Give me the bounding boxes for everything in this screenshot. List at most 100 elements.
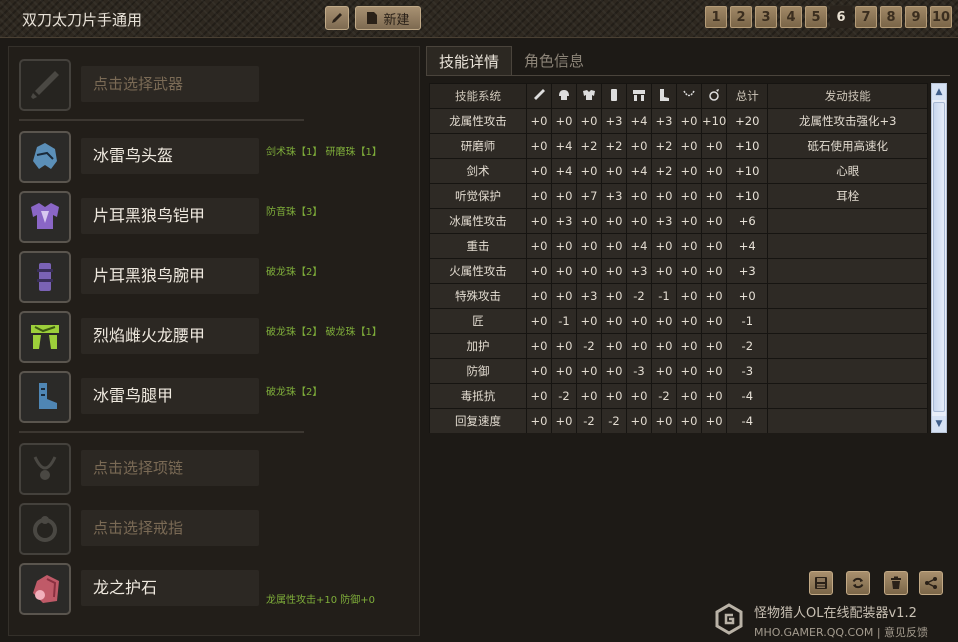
skill-total: +6 — [726, 208, 769, 234]
scroll-down-button[interactable]: ▼ — [932, 416, 946, 432]
skill-value: +0 — [676, 208, 702, 234]
skill-total: -2 — [726, 333, 769, 359]
col-legs — [651, 83, 677, 109]
weapon-slot[interactable]: 点击选择武器 — [19, 59, 419, 111]
skill-value: +0 — [676, 383, 702, 409]
ring-select[interactable]: 点击选择戒指 — [81, 510, 259, 546]
armor-slot[interactable]: 片耳黑狼鸟腕甲 破龙珠【2】 — [19, 251, 419, 303]
skill-value: +0 — [601, 283, 627, 309]
page-tab-3[interactable]: 3 — [755, 6, 777, 28]
refresh-button[interactable] — [846, 571, 870, 595]
armor-piece-icon — [33, 143, 57, 169]
col-skill-system: 技能系统 — [429, 83, 527, 109]
page-tab-9[interactable]: 9 — [905, 6, 927, 28]
skill-value: +0 — [626, 133, 652, 159]
page-tab-5[interactable]: 5 — [805, 6, 827, 28]
skill-name: 特殊攻击 — [429, 283, 527, 309]
skill-value: +0 — [576, 308, 602, 334]
armor-piece-icon — [31, 203, 59, 229]
delete-button[interactable] — [884, 571, 908, 595]
skill-value: +0 — [676, 158, 702, 184]
skill-value: +0 — [676, 133, 702, 159]
armor-name[interactable]: 片耳黑狼鸟腕甲 — [81, 258, 259, 294]
skill-value: +0 — [626, 383, 652, 409]
skill-total: +4 — [726, 233, 769, 259]
edit-title-button[interactable] — [325, 6, 349, 30]
page-tab-6[interactable]: 6 — [830, 6, 852, 28]
weapon-select[interactable]: 点击选择武器 — [81, 66, 259, 102]
weapon-col-icon — [534, 88, 545, 100]
armor-name[interactable]: 冰雷鸟腿甲 — [81, 378, 259, 414]
armor-name[interactable]: 烈焰雌火龙腰甲 — [81, 318, 259, 354]
active-skill: 龙属性攻击强化+3 — [767, 108, 929, 134]
active-skill — [767, 208, 929, 234]
skill-value: +0 — [601, 308, 627, 334]
skill-value: +0 — [576, 233, 602, 259]
armor-slot[interactable]: 冰雷鸟腿甲 破龙珠【2】 — [19, 371, 419, 423]
skill-value: +0 — [700, 358, 728, 384]
page-tab-7[interactable]: 7 — [855, 6, 877, 28]
skill-value: +0 — [676, 108, 702, 134]
waist-col-icon — [633, 89, 645, 101]
table-scrollbar[interactable]: ▲ ▼ — [931, 83, 947, 433]
col-charm — [700, 83, 728, 109]
armor-slot[interactable]: 冰雷鸟头盔 剑术珠【1】 研磨珠【1】 — [19, 131, 419, 183]
skill-value: +0 — [551, 333, 577, 359]
page-tab-4[interactable]: 4 — [780, 6, 802, 28]
share-button[interactable] — [919, 571, 943, 595]
page-tab-10[interactable]: 10 — [930, 6, 952, 28]
new-button[interactable]: 新建 — [355, 6, 421, 30]
skill-value: +0 — [551, 258, 577, 284]
skill-value: +0 — [576, 108, 602, 134]
skill-value: +0 — [601, 233, 627, 259]
site-and-feedback-link[interactable]: MHO.GAMER.QQ.COM | 意见反馈 — [754, 624, 928, 640]
skill-value: +0 — [576, 383, 602, 409]
skill-total: +3 — [726, 258, 769, 284]
scroll-up-button[interactable]: ▲ — [932, 84, 946, 100]
armor-slot[interactable]: 片耳黑狼鸟铠甲 防音珠【3】 — [19, 191, 419, 243]
skill-value: +0 — [576, 358, 602, 384]
skill-value: -2 — [626, 283, 652, 309]
skill-value: +0 — [626, 308, 652, 334]
skill-value: +0 — [676, 258, 702, 284]
col-arms — [601, 83, 627, 109]
skill-value: +0 — [526, 283, 552, 309]
tencent-games-logo — [715, 603, 743, 635]
save-button[interactable] — [809, 571, 833, 595]
skill-value: +0 — [601, 358, 627, 384]
skill-value: +0 — [626, 333, 652, 359]
skill-value: +0 — [526, 383, 552, 409]
page-tab-2[interactable]: 2 — [730, 6, 752, 28]
skill-value: +3 — [651, 208, 677, 234]
necklace-slot[interactable]: 点击选择项链 — [19, 443, 419, 495]
active-skill — [767, 383, 929, 409]
ring-slot[interactable]: 点击选择戒指 — [19, 503, 419, 555]
charm-slot[interactable]: 龙之护石 龙属性攻击+10 防御+0 — [19, 563, 419, 615]
skill-name: 剑术 — [429, 158, 527, 184]
col-weapon — [526, 83, 552, 109]
armor-name[interactable]: 片耳黑狼鸟铠甲 — [81, 198, 259, 234]
necklace-select[interactable]: 点击选择项链 — [81, 450, 259, 486]
table-row: 匠 +0 -1 +0 +0 +0 +0 +0 +0 -1 — [429, 308, 929, 334]
skill-value: -1 — [651, 283, 677, 309]
col-head — [551, 83, 577, 109]
tab-character-info[interactable]: 角色信息 — [512, 46, 596, 76]
skill-name: 听觉保护 — [429, 183, 527, 209]
helmet-col-icon — [559, 89, 569, 100]
table-row: 回复速度 +0 +0 -2 -2 +0 +0 +0 +0 -4 — [429, 408, 929, 433]
skill-name: 回复速度 — [429, 408, 527, 433]
tab-skill-details[interactable]: 技能详情 — [426, 46, 513, 76]
skill-table-container: 技能系统 总计 发动技能 龙属性攻击 +0 +0 +0 +3 +4 +3 +0 … — [429, 83, 929, 433]
page-tab-1[interactable]: 1 — [705, 6, 727, 28]
skill-value: -2 — [576, 333, 602, 359]
armor-slot-icon — [19, 311, 71, 363]
scroll-thumb[interactable] — [933, 102, 945, 412]
charm-name[interactable]: 龙之护石 — [81, 570, 259, 606]
skill-value: -3 — [626, 358, 652, 384]
skill-name: 加护 — [429, 333, 527, 359]
armor-name[interactable]: 冰雷鸟头盔 — [81, 138, 259, 174]
table-header-row: 技能系统 总计 发动技能 — [429, 83, 929, 109]
skill-value: +0 — [651, 233, 677, 259]
armor-slot[interactable]: 烈焰雌火龙腰甲 破龙珠【2】 破龙珠【1】 — [19, 311, 419, 363]
page-tab-8[interactable]: 8 — [880, 6, 902, 28]
